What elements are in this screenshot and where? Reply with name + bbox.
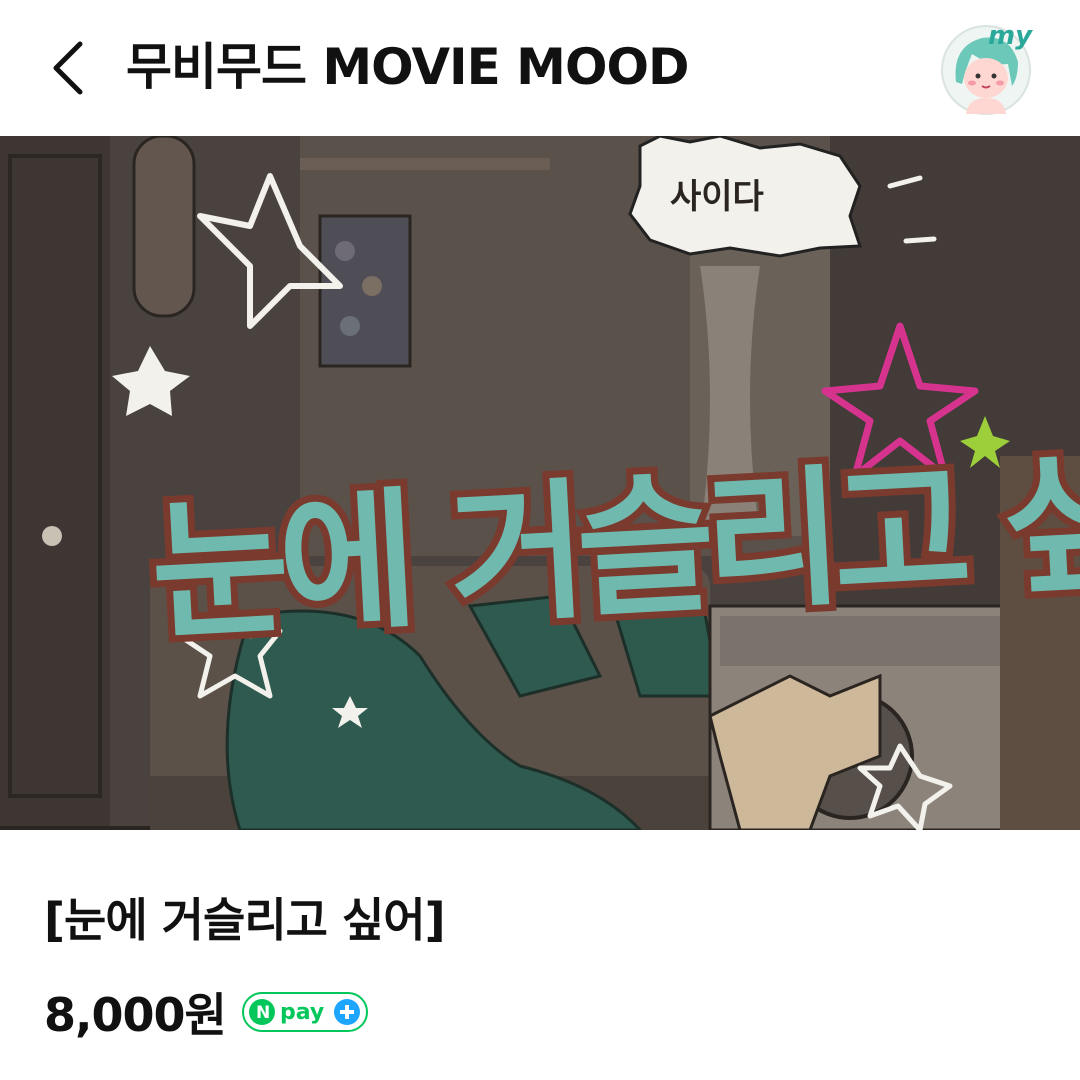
product-price: 8,000원 [44,988,227,1042]
svg-text:my: my [988,21,1033,51]
svg-text:pay: pay [280,1000,324,1025]
svg-text:사이다: 사이다 [670,177,764,217]
app-header: 무비무드 MOVIE MOOD my [0,0,1080,136]
product-banner-image[interactable]: 사이다 눈에 거슬리고 싶어 [0,136,1080,830]
price-row: 8,000원 N pay [44,980,368,1044]
my-profile-button[interactable]: my [938,20,1034,116]
chevron-left-icon [53,41,83,95]
page-title: 무비무드 MOVIE MOOD [126,38,689,96]
banner-illustration: 사이다 눈에 거슬리고 싶어 [0,136,1080,830]
avatar-icon: my [941,21,1033,115]
npay-plus-badge: N pay [241,992,368,1032]
back-button[interactable] [44,40,96,96]
npay-icon: N pay [241,992,368,1032]
svg-text:N: N [256,1003,270,1023]
product-title: [눈에 거슬리고 싶어] [44,893,446,947]
